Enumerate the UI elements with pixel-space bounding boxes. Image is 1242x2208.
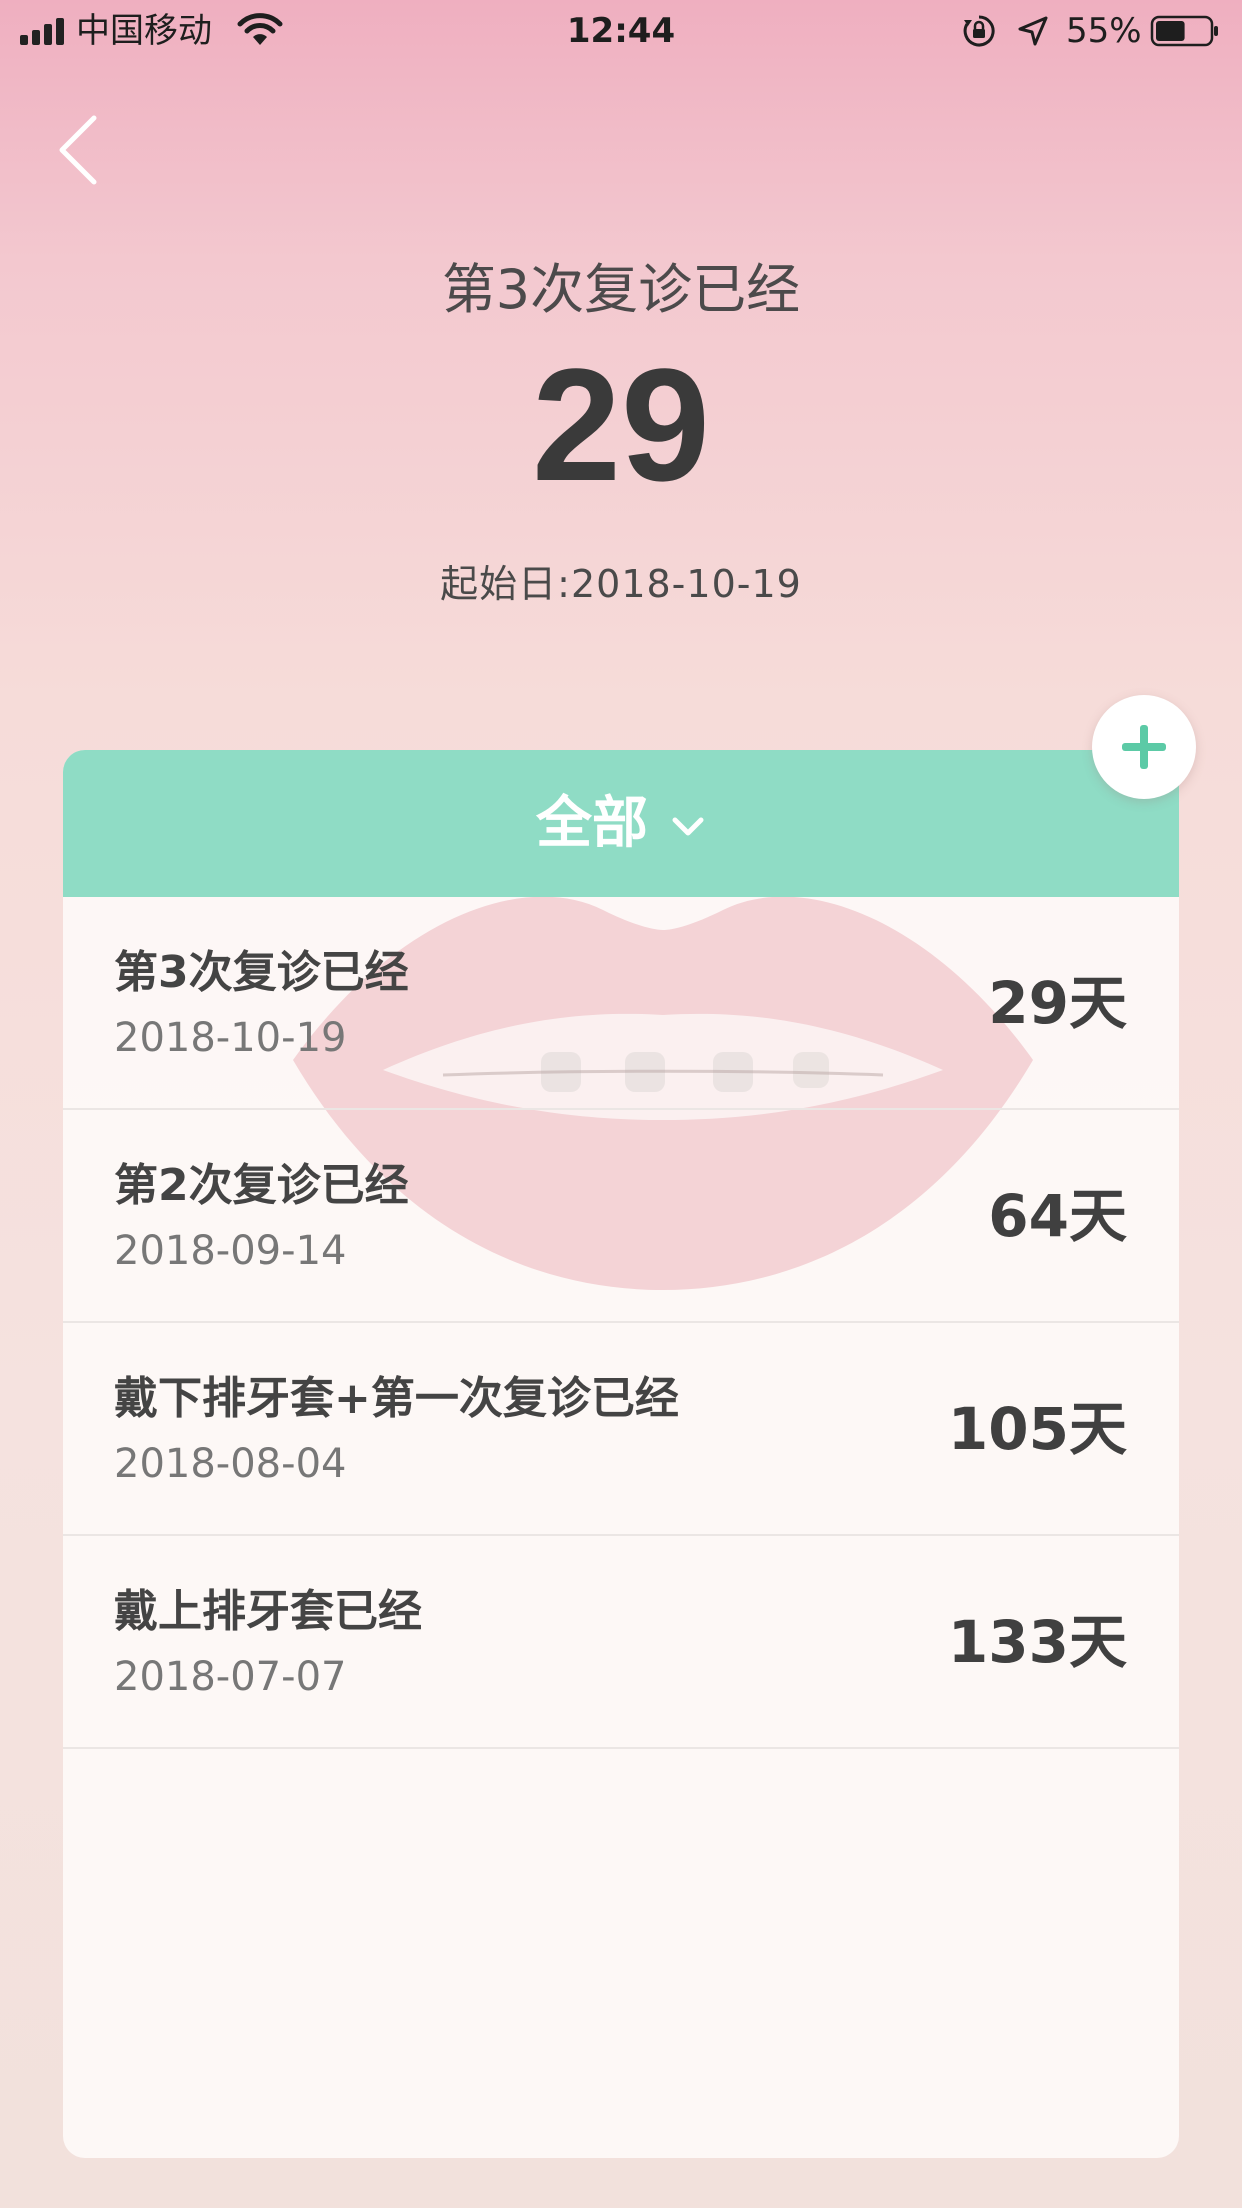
list-item[interactable]: 第2次复诊已经 2018-09-14 64天	[63, 1110, 1179, 1323]
back-chevron-icon	[59, 115, 97, 185]
list-item[interactable]: 戴下排牙套+第一次复诊已经 2018-08-04 105天	[63, 1323, 1179, 1536]
list-item[interactable]: 戴上排牙套已经 2018-07-07 133天	[63, 1536, 1179, 1749]
filter-label: 全部	[536, 790, 648, 856]
event-days: 64天	[988, 1182, 1127, 1250]
list-item[interactable]: 第3次复诊已经 2018-10-19 29天	[63, 897, 1179, 1110]
days-count: 29	[532, 335, 710, 514]
events-card: 全部 第3次复诊已经 2018-10-19 29天 第2次复诊已经 2018-0…	[63, 750, 1179, 2158]
event-title: 第3次复诊已经	[114, 947, 409, 998]
status-time: 12:44	[566, 11, 676, 51]
back-button[interactable]	[54, 112, 114, 188]
event-days: 133天	[947, 1608, 1127, 1676]
start-date: 起始日:2018-10-19	[440, 562, 802, 606]
add-event-button[interactable]	[1092, 695, 1196, 799]
event-date: 2018-10-19	[114, 1015, 347, 1061]
page-title: 第3次复诊已经	[441, 258, 801, 321]
chevron-down-icon	[672, 817, 704, 835]
event-days: 29天	[988, 969, 1127, 1037]
filter-dropdown[interactable]: 全部	[63, 750, 1179, 897]
orientation-lock-icon	[963, 15, 995, 47]
status-bar: 中国移动 12:44 55%	[0, 0, 1242, 64]
event-date: 2018-08-04	[114, 1441, 347, 1487]
battery-percent: 55%	[1066, 11, 1142, 51]
event-date: 2018-07-07	[114, 1654, 347, 1700]
event-date: 2018-09-14	[114, 1228, 347, 1274]
location-icon	[1018, 16, 1048, 46]
plus-icon	[1122, 725, 1166, 769]
event-title: 第2次复诊已经	[114, 1160, 409, 1211]
event-days: 105天	[947, 1395, 1127, 1463]
battery-icon	[1150, 15, 1218, 47]
events-list: 第3次复诊已经 2018-10-19 29天 第2次复诊已经 2018-09-1…	[63, 897, 1179, 1749]
event-title: 戴下排牙套+第一次复诊已经	[114, 1373, 679, 1424]
event-title: 戴上排牙套已经	[114, 1586, 422, 1637]
